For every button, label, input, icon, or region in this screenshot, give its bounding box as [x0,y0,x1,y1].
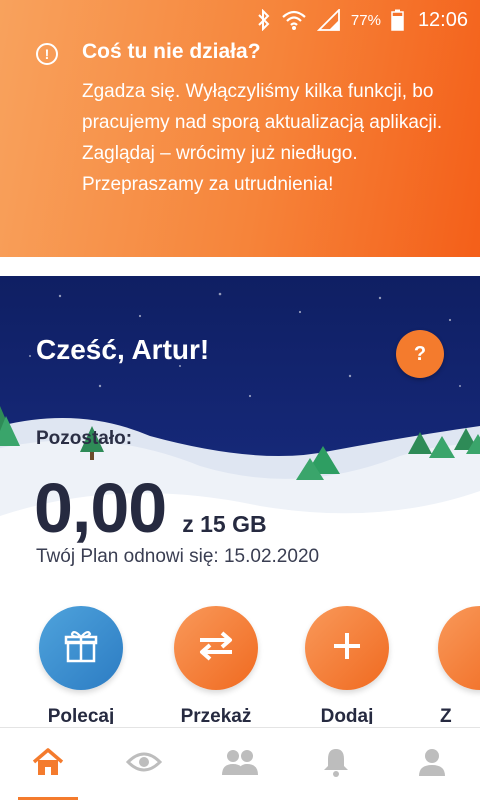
profile-icon [417,747,447,782]
polecaj-action[interactable]: Polecaj [21,606,141,724]
help-button[interactable]: ? [396,330,444,378]
eye-icon [125,750,163,779]
clock: 12:06 [417,8,468,31]
greeting: Cześć, Artur! [36,334,210,365]
battery-percent: 77% [350,11,381,29]
home-icon [31,747,65,782]
quick-actions: Polecaj Przekaż Dodaj Z [0,606,480,724]
data-remaining: 0,00 z 15 GB [34,468,267,548]
wifi-icon [281,9,307,31]
transfer-arrows-icon [196,629,236,668]
plus-icon [332,631,362,666]
przekaz-action[interactable]: Przekaż [156,606,276,724]
dodaj-button[interactable] [305,606,389,690]
polecaj-button[interactable] [39,606,123,690]
nav-profile[interactable] [384,728,480,800]
status-bar: 77% 12:06 [0,0,480,40]
more-action[interactable]: Z [418,606,480,724]
data-value: 0,00 [34,469,167,547]
dodaj-label: Dodaj [320,706,374,724]
nav-home[interactable] [0,728,96,800]
przekaz-label: Przekaż [180,706,252,724]
bottom-navigation [0,727,480,800]
more-button[interactable] [438,606,480,690]
notice-body: Zgadza się. Wyłączyliśmy kilka funkcji, … [82,81,443,195]
nav-people[interactable] [192,728,288,800]
bluetooth-icon [257,9,271,31]
notice-title: Coś tu nie działa? [82,40,261,63]
info-icon: ! [36,43,58,65]
przekaz-button[interactable] [174,606,258,690]
remaining-label: Pozostało: [36,428,133,449]
battery-icon [391,9,404,31]
renew-date: Twój Plan odnowi się: 15.02.2020 [36,546,320,567]
nav-eye[interactable] [96,728,192,800]
gift-icon [62,627,100,670]
more-label: Z [440,706,452,724]
maintenance-banner: 77% 12:06 ! Coś tu nie działa? Zgadza si… [0,0,480,257]
dodaj-action[interactable]: Dodaj [287,606,407,724]
polecaj-label: Polecaj [47,706,115,724]
data-usage-card: Cześć, Artur! ? Pozostało: 0,00 z 15 GB … [0,276,480,724]
divider [0,257,480,276]
signal-icon [316,9,341,31]
data-total: z 15 GB [182,511,267,537]
people-icon [221,748,259,781]
bell-icon [322,747,350,782]
nav-notifications[interactable] [288,728,384,800]
